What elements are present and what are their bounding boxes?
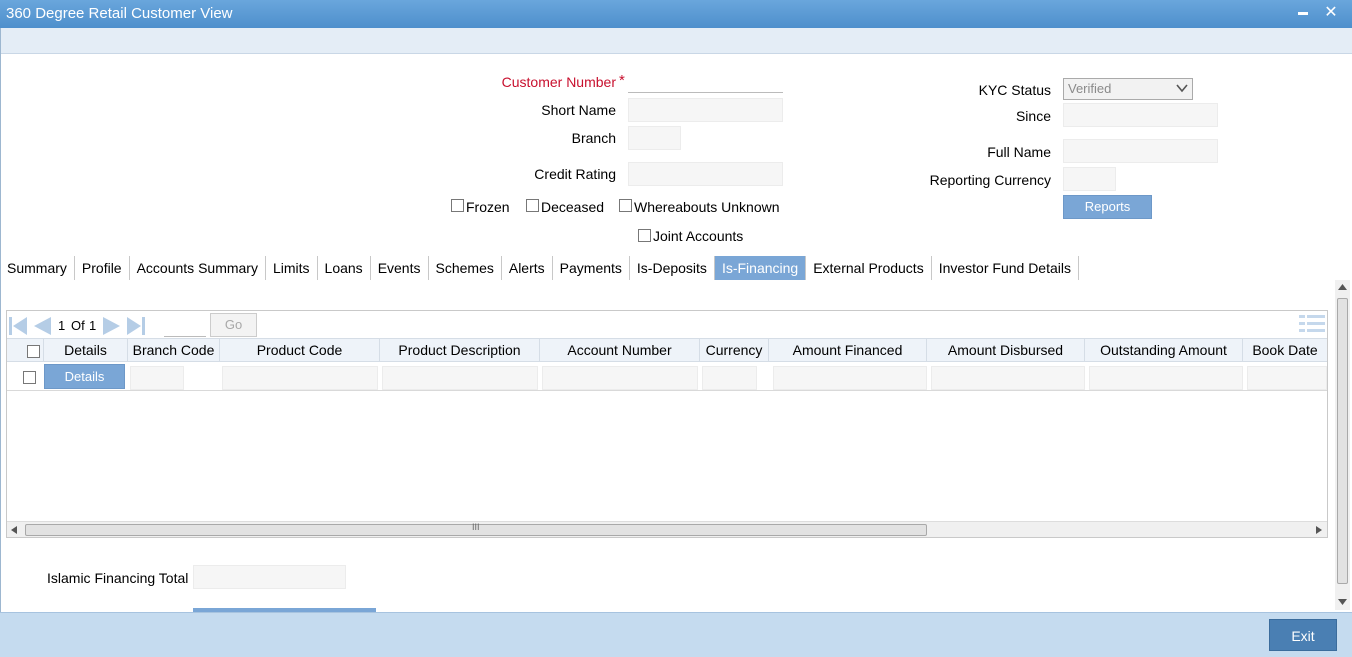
column-header-amount-disbursed[interactable]: Amount Disbursed <box>927 339 1085 361</box>
tab-accounts-summary[interactable]: Accounts Summary <box>130 256 266 280</box>
page-number-input[interactable] <box>164 313 206 337</box>
whereabouts-unknown-checkbox[interactable] <box>619 199 632 212</box>
column-header-amount-financed[interactable]: Amount Financed <box>769 339 927 361</box>
tab-alerts[interactable]: Alerts <box>502 256 553 280</box>
footer-bar: Exit <box>0 612 1352 657</box>
short-name-input[interactable] <box>628 98 783 122</box>
tab-limits[interactable]: Limits <box>266 256 318 280</box>
whereabouts-unknown-label: Whereabouts Unknown <box>634 199 780 215</box>
outstanding-amount-cell[interactable] <box>1089 366 1243 390</box>
frame-border <box>0 28 1 628</box>
amount-disbursed-cell[interactable] <box>931 366 1085 390</box>
scroll-grip: III <box>472 522 480 532</box>
chevron-down-icon <box>1176 84 1188 93</box>
islamic-financing-total-input[interactable] <box>193 565 346 589</box>
since-input[interactable] <box>1063 103 1218 127</box>
book-date-cell[interactable] <box>1247 366 1327 390</box>
scroll-left-icon[interactable] <box>11 526 17 534</box>
customer-number-input[interactable] <box>628 69 783 93</box>
credit-rating-input[interactable] <box>628 162 783 186</box>
customer-number-label: Customer Number <box>501 74 616 90</box>
islamic-financing-total-label: Islamic Financing Total <box>47 570 189 586</box>
table-row: Details <box>7 363 1327 391</box>
column-header-outstanding-amount[interactable]: Outstanding Amount <box>1085 339 1243 361</box>
deceased-label: Deceased <box>541 199 605 215</box>
previous-page-icon[interactable] <box>32 315 52 337</box>
account-number-cell[interactable] <box>542 366 698 390</box>
full-name-label: Full Name <box>987 144 1051 160</box>
row-select-checkbox[interactable] <box>23 371 36 384</box>
vertical-scrollbar[interactable] <box>1335 280 1350 610</box>
exit-button[interactable]: Exit <box>1269 619 1337 651</box>
column-header-branch-code[interactable]: Branch Code <box>128 339 220 361</box>
pager-total: 1 <box>89 318 97 333</box>
tab-schemes[interactable]: Schemes <box>429 256 502 280</box>
frozen-checkbox[interactable] <box>451 199 464 212</box>
select-all-cell <box>7 339 44 361</box>
required-asterisk: * <box>619 72 625 89</box>
tab-external-products[interactable]: External Products <box>806 256 932 280</box>
tab-summary[interactable]: Summary <box>0 256 75 280</box>
column-header-book-date[interactable]: Book Date <box>1243 339 1327 361</box>
last-page-icon[interactable] <box>126 315 146 337</box>
column-settings-icon[interactable] <box>1299 314 1325 334</box>
tab-payments[interactable]: Payments <box>553 256 630 280</box>
column-header-currency[interactable]: Currency <box>700 339 769 361</box>
deceased-checkbox[interactable] <box>526 199 539 212</box>
column-header-product-description[interactable]: Product Description <box>380 339 540 361</box>
since-label: Since <box>1015 108 1051 124</box>
next-page-icon[interactable] <box>102 315 122 337</box>
scroll-up-icon[interactable] <box>1338 283 1347 291</box>
row-details-button[interactable]: Details <box>44 364 125 389</box>
full-name-input[interactable] <box>1063 139 1218 163</box>
kyc-status-select[interactable]: Verified <box>1063 78 1193 100</box>
frozen-label: Frozen <box>466 199 510 215</box>
column-header-product-code[interactable]: Product Code <box>220 339 380 361</box>
product-code-cell[interactable] <box>222 366 378 390</box>
go-button[interactable]: Go <box>210 313 257 337</box>
first-page-icon[interactable] <box>8 315 28 337</box>
short-name-label: Short Name <box>541 102 616 118</box>
vertical-scroll-thumb[interactable] <box>1337 298 1348 584</box>
joint-accounts-label: Joint Accounts <box>653 228 744 244</box>
select-all-checkbox[interactable] <box>27 345 40 358</box>
kyc-status-label: KYC Status <box>978 82 1051 98</box>
tab-events[interactable]: Events <box>371 256 429 280</box>
column-header-details[interactable]: Details <box>44 339 128 361</box>
close-icon[interactable]: ✕ <box>1321 2 1341 24</box>
currency-cell[interactable] <box>702 366 757 390</box>
pager-current: 1 <box>58 318 66 333</box>
kyc-status-value: Verified <box>1068 81 1112 96</box>
branch-label: Branch <box>571 130 616 146</box>
reporting-currency-input[interactable] <box>1063 167 1116 191</box>
scroll-down-icon[interactable] <box>1338 598 1347 606</box>
tab-strip: Summary Profile Accounts Summary Limits Loan… <box>0 256 1079 280</box>
branch-input[interactable] <box>628 126 681 150</box>
tab-investor-fund-details[interactable]: Investor Fund Details <box>932 256 1079 280</box>
column-header-account-number[interactable]: Account Number <box>540 339 700 361</box>
amount-financed-cell[interactable] <box>773 366 927 390</box>
window-titlebar: 360 Degree Retail Customer View ▬ ✕ <box>0 0 1352 28</box>
branch-code-cell[interactable] <box>130 366 184 390</box>
product-description-cell[interactable] <box>382 366 538 390</box>
toolbar-strip <box>0 28 1352 54</box>
joint-accounts-checkbox[interactable] <box>638 229 651 242</box>
tab-profile[interactable]: Profile <box>75 256 130 280</box>
reporting-currency-label: Reporting Currency <box>929 172 1051 188</box>
grid-header-row: Details Branch Code Product Code Product… <box>7 338 1327 362</box>
tab-is-deposits[interactable]: Is-Deposits <box>630 256 715 280</box>
horizontal-scroll-thumb[interactable]: III <box>25 522 927 536</box>
minimize-icon[interactable]: ▬ <box>1293 2 1313 24</box>
scroll-right-icon[interactable] <box>1316 526 1322 534</box>
tab-is-financing[interactable]: Is-Financing <box>714 256 807 280</box>
credit-rating-label: Credit Rating <box>534 166 616 182</box>
pager-of: Of <box>71 318 85 333</box>
tab-loans[interactable]: Loans <box>318 256 371 280</box>
reports-button[interactable]: Reports <box>1063 195 1152 219</box>
window-title: 360 Degree Retail Customer View <box>6 5 233 22</box>
horizontal-scrollbar[interactable]: III <box>7 521 1327 537</box>
